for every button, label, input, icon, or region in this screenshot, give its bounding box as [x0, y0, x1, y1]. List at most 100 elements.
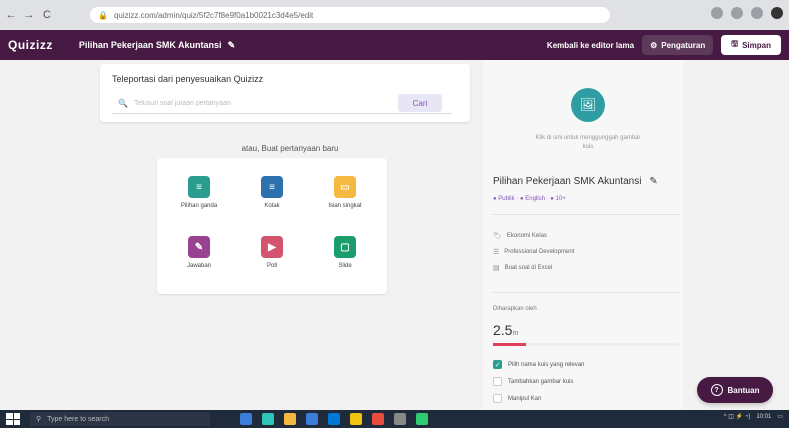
edit-icon[interactable]: ✎: [649, 176, 657, 187]
header-actions: Kembali ke editor lama ⚙ Pengaturan 🖫 Si…: [547, 35, 781, 55]
unchecked-icon: [493, 377, 502, 386]
taskbar-search[interactable]: ⚲ Type here to search: [30, 412, 210, 426]
edit-icon[interactable]: ✎: [228, 40, 236, 51]
taskbar-app-icon[interactable]: [416, 413, 428, 425]
tag-category[interactable]: ☰ Professional Development: [493, 248, 574, 256]
estimate-number: 2.5: [493, 322, 513, 338]
image-icon: 🖼: [579, 97, 597, 112]
tag-label: Buat soal di Excel: [504, 265, 553, 271]
search-icon: ⚲: [36, 416, 42, 423]
profile-icon[interactable]: [771, 7, 783, 19]
settings-label: Pengaturan: [661, 40, 706, 50]
taskbar-apps: [240, 413, 428, 425]
help-icon: ?: [710, 384, 723, 396]
divider: [493, 292, 679, 293]
menu-icon[interactable]: [751, 7, 763, 19]
taskbar-app-icon[interactable]: [240, 413, 252, 425]
question-search-input[interactable]: 🔍 Telusuri soal jutaan pertanyaan Cari: [112, 94, 452, 114]
url-text: quizizz.com/admin/quiz/5f2c7f8e9f0a1b002…: [113, 10, 314, 20]
divider: [493, 214, 679, 215]
import-card: Teleportasi dari penyesuaikan Quizizz 🔍 …: [100, 64, 470, 122]
type-fill-blank[interactable]: ▭ Isian singkat: [307, 176, 383, 209]
taskbar-app-icon[interactable]: [394, 413, 406, 425]
taskbar-app-icon[interactable]: [306, 413, 318, 425]
taskbar-app-icon[interactable]: [328, 413, 340, 425]
taskbar-search-placeholder: Type here to search: [47, 415, 110, 423]
reload-icon[interactable]: C: [40, 8, 54, 22]
poll-icon: ▶: [261, 236, 283, 258]
type-open-ended[interactable]: ✎ Jawaban: [161, 236, 237, 269]
check-label: Manipul Kan: [508, 395, 542, 402]
help-button[interactable]: ? Bantuan: [697, 377, 773, 403]
switch-editor-link[interactable]: Kembali ke editor lama: [547, 41, 634, 50]
file-icon: ▤: [493, 265, 500, 272]
notification-icon[interactable]: ▭: [777, 413, 783, 420]
slide-icon: ▢: [334, 236, 356, 258]
estimate-unit: m: [512, 330, 519, 337]
tag-label: Ekonomi Kelas: [506, 233, 547, 239]
quizizz-logo[interactable]: Quizizz: [8, 38, 53, 52]
type-checkbox[interactable]: ≡ Kotak: [234, 176, 310, 209]
save-button[interactable]: 🖫 Simpan: [721, 35, 781, 55]
type-label: Isian singkat: [328, 203, 362, 209]
extension-icon[interactable]: [711, 7, 723, 19]
panel-quiz-title[interactable]: Pilihan Pekerjaan SMK Akuntansi ✎: [493, 176, 679, 187]
quiz-title-text: Pilihan Pekerjaan SMK Akuntansi: [78, 40, 222, 50]
address-bar[interactable]: 🔒 quizizz.com/admin/quiz/5f2c7f8e9f0a1b0…: [90, 7, 610, 23]
search-button[interactable]: Cari: [398, 94, 442, 112]
upload-image-button[interactable]: 🖼: [571, 88, 605, 122]
tag-subject[interactable]: 🏷 Ekonomi Kelas: [493, 232, 547, 240]
estimate-label: Diharapkan oleh: [493, 306, 537, 312]
lock-icon: 🔒: [98, 10, 108, 20]
browser-extensions: [711, 7, 783, 19]
tag-label: Professional Development: [504, 249, 575, 255]
check-add-image[interactable]: Tambahkan gambar kuis: [493, 377, 573, 386]
checkbox-icon: ≡: [261, 176, 283, 198]
unchecked-icon: [493, 394, 502, 403]
type-label: Jawaban: [186, 263, 212, 269]
windows-start-icon[interactable]: [6, 413, 20, 425]
type-poll[interactable]: ▶ Poll: [234, 236, 310, 269]
taskbar-app-icon[interactable]: [372, 413, 384, 425]
save-icon: 🖫: [731, 39, 739, 48]
quiz-meta[interactable]: ● Publik · ● English · ● 10+: [493, 196, 566, 202]
settings-button[interactable]: ⚙ Pengaturan: [642, 35, 714, 55]
taskbar-app-icon[interactable]: [350, 413, 362, 425]
clock[interactable]: 10:01: [756, 414, 771, 420]
image-hint: Klik di sini untuk menggunggah gambar ku…: [535, 135, 641, 150]
quiz-title[interactable]: Pilihan Pekerjaan SMK Akuntansi ✎: [79, 40, 235, 51]
check-relevant-name[interactable]: ✓ Pilih nama kuis yang relevan: [493, 360, 584, 369]
tag-icon: 🏷: [493, 233, 502, 240]
question-types-card: ≡ Pilihan ganda ≡ Kotak ▭ Isian singkat …: [157, 158, 387, 294]
type-slide[interactable]: ▢ Slide: [307, 236, 383, 269]
panel-title-text: Pilihan Pekerjaan SMK Akuntansi: [493, 176, 642, 187]
create-new-heading: atau, Buat pertanyaan baru: [241, 144, 339, 153]
taskbar-app-icon[interactable]: [262, 413, 274, 425]
type-label: Slide: [338, 263, 352, 269]
search-icon: 🔍: [118, 99, 128, 108]
tag-excel[interactable]: ▤ Buat soal di Excel: [493, 264, 552, 272]
taskbar-app-icon[interactable]: [284, 413, 296, 425]
tray-icons[interactable]: ^ ◫ ⚡ ◔): [724, 413, 751, 420]
save-label: Simpan: [742, 40, 771, 50]
help-label: Bantuan: [727, 385, 760, 395]
checked-icon: ✓: [493, 360, 502, 369]
check-label: Tambahkan gambar kuis: [508, 378, 574, 385]
browser-toolbar: ← → C 🔒 quizizz.com/admin/quiz/5f2c7f8e9…: [0, 0, 789, 30]
fill-blank-icon: ▭: [334, 176, 356, 198]
search-placeholder: Telusuri soal jutaan pertanyaan: [133, 100, 231, 107]
system-tray: ^ ◫ ⚡ ◔) 10:01 ▭: [724, 413, 783, 421]
check-third[interactable]: Manipul Kan: [493, 394, 541, 403]
bookmark-icon[interactable]: [731, 7, 743, 19]
forward-icon[interactable]: →: [22, 8, 36, 22]
quiz-details-panel: 🖼 Klik di sini untuk menggunggah gambar …: [483, 60, 683, 410]
list-icon: ☰: [493, 249, 500, 256]
type-label: Poll: [266, 263, 277, 269]
type-multiple-choice[interactable]: ≡ Pilihan ganda: [161, 176, 237, 209]
gear-icon: ⚙: [650, 40, 658, 50]
estimate-progress-fill: [493, 343, 527, 346]
editor-main: Teleportasi dari penyesuaikan Quizizz 🔍 …: [0, 60, 789, 410]
type-label: Kotak: [264, 203, 280, 209]
back-icon[interactable]: ←: [4, 8, 18, 22]
import-title: Teleportasi dari penyesuaikan Quizizz: [112, 74, 264, 84]
